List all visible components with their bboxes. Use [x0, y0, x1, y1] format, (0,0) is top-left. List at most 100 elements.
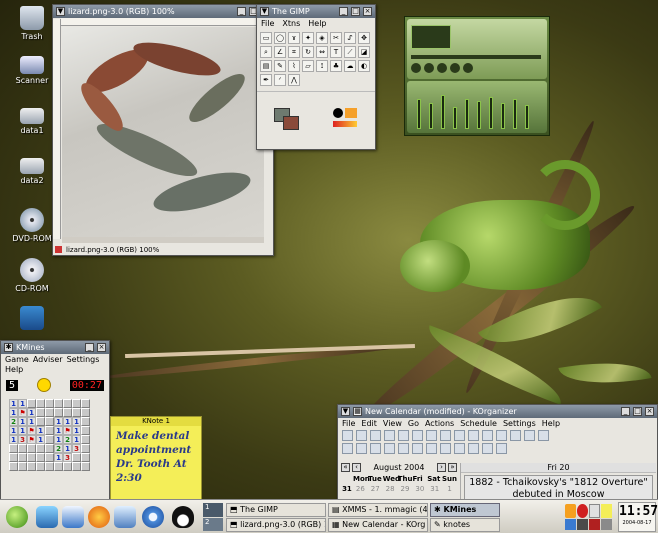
- prev-icon[interactable]: [411, 63, 421, 73]
- mine-cell[interactable]: [45, 453, 54, 462]
- mine-cell[interactable]: [81, 435, 90, 444]
- paintbrush-icon[interactable]: ⌇: [288, 60, 300, 72]
- mine-cell[interactable]: [36, 444, 45, 453]
- paths-icon[interactable]: ᔑ: [344, 32, 356, 44]
- menu-view[interactable]: View: [383, 419, 402, 428]
- window-menu-icon[interactable]: ▼: [341, 407, 350, 416]
- mine-cell[interactable]: [72, 408, 81, 417]
- mine-cell[interactable]: [81, 399, 90, 408]
- close-button[interactable]: ×: [645, 407, 654, 416]
- bucket-fill-icon[interactable]: ◪: [358, 46, 370, 58]
- scissors-icon[interactable]: ✂: [330, 32, 342, 44]
- mine-cell[interactable]: [54, 399, 63, 408]
- mine-cell[interactable]: 1: [27, 417, 36, 426]
- minimize-button[interactable]: _: [621, 407, 630, 416]
- eraser-icon[interactable]: ▱: [302, 60, 314, 72]
- mine-cell[interactable]: 1: [54, 426, 63, 435]
- list-view-icon[interactable]: [342, 443, 353, 454]
- gimp-image-titlebar[interactable]: ▼ lizard.png-3.0 (RGB) 100% _ □ ×: [53, 5, 273, 18]
- task-knotes[interactable]: ✎ knotes: [430, 518, 500, 532]
- task-xmms[interactable]: ▤ XMMS - 1. mmagic (4:5: [328, 503, 428, 517]
- menu-adviser[interactable]: Adviser: [33, 355, 63, 364]
- kmines-titlebar[interactable]: ✱ KMines _ ×: [1, 341, 109, 354]
- mine-cell[interactable]: 1: [63, 444, 72, 453]
- play-icon[interactable]: [424, 63, 434, 73]
- menu-actions[interactable]: Actions: [425, 419, 454, 428]
- day-cell[interactable]: 26: [353, 485, 368, 493]
- zoom-icon[interactable]: ⌕: [260, 46, 272, 58]
- knote-text[interactable]: Make dental appointment Dr. Tooth At 2:3…: [111, 426, 201, 488]
- forward-icon[interactable]: [496, 430, 507, 441]
- mine-cell[interactable]: 2: [54, 444, 63, 453]
- maximize-button[interactable]: □: [351, 7, 360, 16]
- mine-cell[interactable]: [45, 462, 54, 471]
- rotate-icon[interactable]: ↻: [302, 46, 314, 58]
- menu-game[interactable]: Game: [5, 355, 29, 364]
- text-icon[interactable]: T: [330, 46, 342, 58]
- next-icon[interactable]: [463, 63, 473, 73]
- tray-shield-icon[interactable]: [577, 504, 588, 518]
- task-kmines[interactable]: ✱ KMines: [430, 503, 500, 517]
- new-journal-icon[interactable]: [440, 443, 451, 454]
- day-cell[interactable]: 1: [442, 485, 457, 493]
- mine-cell[interactable]: 3: [72, 444, 81, 453]
- back-icon[interactable]: [482, 430, 493, 441]
- mine-cell[interactable]: 1: [54, 453, 63, 462]
- mine-cell[interactable]: [81, 426, 90, 435]
- mine-cell[interactable]: 1: [72, 417, 81, 426]
- mine-cell[interactable]: [81, 408, 90, 417]
- mine-cell[interactable]: 1: [18, 426, 27, 435]
- paste-icon[interactable]: [454, 430, 465, 441]
- mine-cell[interactable]: [72, 462, 81, 471]
- fuzzy-select-icon[interactable]: ✦: [302, 32, 314, 44]
- mine-cell[interactable]: [45, 444, 54, 453]
- export-icon[interactable]: [482, 443, 493, 454]
- rect-select-icon[interactable]: ▭: [260, 32, 272, 44]
- minimize-button[interactable]: _: [85, 343, 94, 352]
- mine-cell[interactable]: [18, 444, 27, 453]
- next-year-button[interactable]: »: [448, 463, 457, 472]
- close-button[interactable]: ×: [363, 7, 372, 16]
- minefield[interactable]: 1 1 1 ⚑ 1 2 1 1 1 1 1 1 1 ⚑ 1 1 ⚑ 1 1 3 ⚑ 1 1 2 1 2 1 3 1 3: [9, 399, 101, 471]
- clock[interactable]: 11:57 2004-08-17: [618, 502, 658, 532]
- week-view-icon[interactable]: [538, 430, 549, 441]
- desktop-icon-network[interactable]: [4, 306, 60, 332]
- eq-slider[interactable]: [441, 95, 445, 129]
- brush-pattern-gradient-swatch[interactable]: [332, 107, 359, 130]
- timeline-icon[interactable]: [398, 443, 409, 454]
- lasso-icon[interactable]: ɤ: [288, 32, 300, 44]
- move-icon[interactable]: ✥: [358, 32, 370, 44]
- eq-slider[interactable]: [453, 107, 457, 129]
- pager-desktop-2[interactable]: 2: [203, 517, 223, 531]
- mine-cell[interactable]: 1: [36, 435, 45, 444]
- new-icon[interactable]: [342, 430, 353, 441]
- todo-view-icon[interactable]: [370, 443, 381, 454]
- eq-slider[interactable]: [429, 103, 433, 129]
- blend-icon[interactable]: ⋀: [288, 74, 300, 86]
- prev-year-button[interactable]: «: [341, 463, 350, 472]
- flip-icon[interactable]: ⇔: [316, 46, 328, 58]
- mine-cell[interactable]: 1: [63, 417, 72, 426]
- mine-cell[interactable]: 1: [9, 399, 18, 408]
- task-korganizer[interactable]: ▦ New Calendar - KOrg: [328, 518, 428, 532]
- crop-icon[interactable]: ⌗: [288, 46, 300, 58]
- menu-schedule[interactable]: Schedule: [460, 419, 497, 428]
- mine-cell[interactable]: [36, 453, 45, 462]
- eq-slider[interactable]: [417, 99, 421, 129]
- tray-volume-icon[interactable]: [565, 504, 576, 518]
- mine-cell[interactable]: [72, 453, 81, 462]
- mine-cell[interactable]: 3: [18, 435, 27, 444]
- flag-icon[interactable]: ⚑: [63, 426, 72, 435]
- xmms-equalizer[interactable]: [407, 81, 547, 133]
- eq-slider[interactable]: [465, 99, 469, 129]
- ellipse-select-icon[interactable]: ◯: [274, 32, 286, 44]
- new-event-icon[interactable]: [412, 443, 423, 454]
- color-picker-icon[interactable]: ⟋: [344, 46, 356, 58]
- knote-titlebar[interactable]: KNote 1: [111, 417, 201, 426]
- open-icon[interactable]: [356, 430, 367, 441]
- prev-month-button[interactable]: ‹: [352, 463, 361, 472]
- menu-file[interactable]: File: [261, 19, 274, 28]
- menu-help[interactable]: Help: [5, 365, 23, 374]
- mine-cell[interactable]: [18, 453, 27, 462]
- mine-cell[interactable]: 1: [18, 399, 27, 408]
